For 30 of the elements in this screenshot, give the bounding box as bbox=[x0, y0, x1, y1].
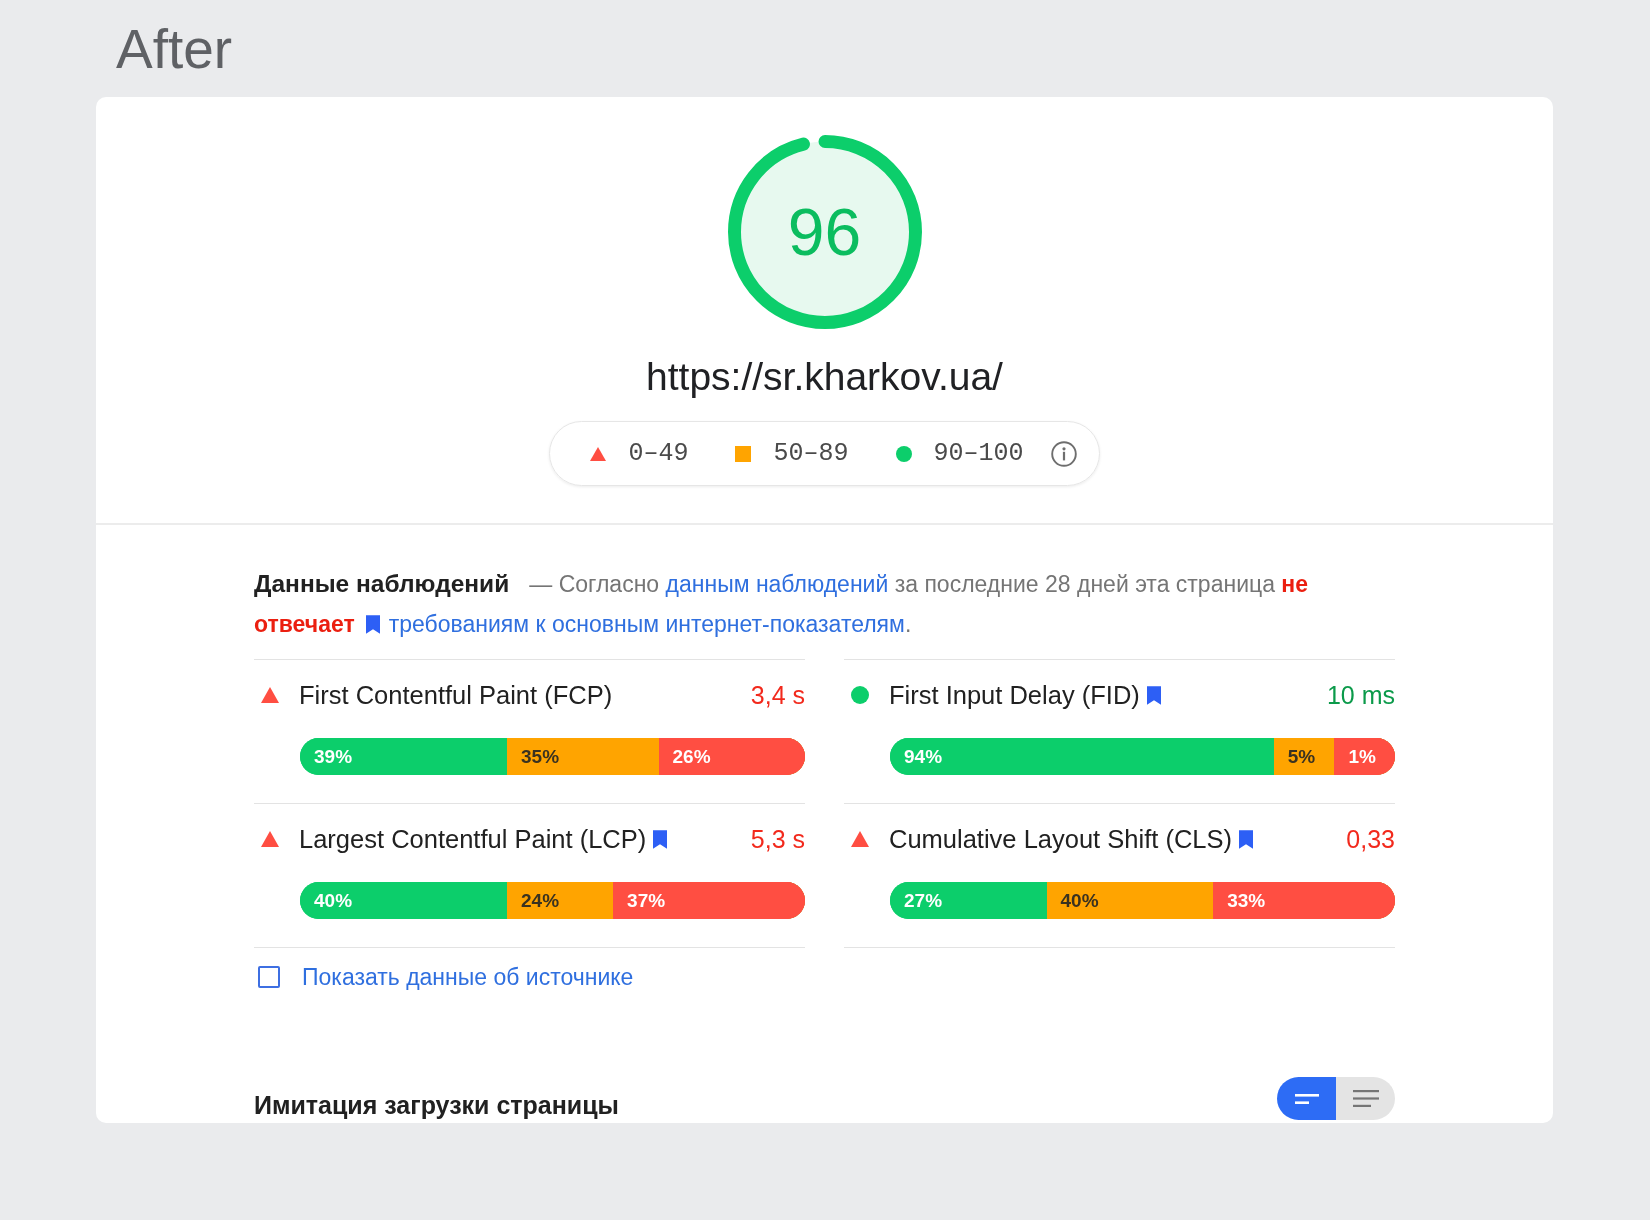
metric-name: First Contentful Paint (FCP) bbox=[299, 680, 613, 710]
section-heading: Имитация загрузки страницы bbox=[254, 1090, 619, 1120]
list-icon bbox=[1352, 1090, 1379, 1107]
metric-value: 3,4 s bbox=[750, 680, 805, 710]
metric-value: 0,33 bbox=[1346, 824, 1395, 854]
score-range: 0–49 bbox=[628, 439, 689, 468]
field-data-summary: Данные наблюдений — Согласно данным наблюдений за последние 28 дней эта страница не отвечает требованиям к основным интернет-показателям. bbox=[254, 569, 1310, 639]
metric-name: First Input Delay (FID) bbox=[889, 680, 1140, 710]
short-lines-icon bbox=[1294, 1093, 1319, 1104]
url-text: https://sr.kharkov.ua/ bbox=[646, 355, 1003, 399]
triangle-icon bbox=[851, 830, 869, 848]
circle-icon bbox=[851, 686, 869, 704]
bookmark-icon bbox=[365, 615, 380, 634]
text-link[interactable]: требованиям к основным интернет-показателям bbox=[388, 611, 905, 637]
metric-name: Cumulative Layout Shift (CLS) bbox=[889, 824, 1232, 854]
triangle-icon bbox=[261, 830, 279, 848]
text-link[interactable]: данным наблюдений bbox=[665, 571, 889, 597]
checkbox-label[interactable]: Показать данные об источнике bbox=[302, 963, 634, 991]
view-button[interactable] bbox=[1277, 1077, 1336, 1120]
checkbox[interactable] bbox=[258, 966, 280, 988]
score-range: 50–89 bbox=[773, 439, 849, 468]
metric-value: 10 ms bbox=[1326, 680, 1395, 710]
score-value: 96 bbox=[787, 199, 862, 265]
score-range: 90–100 bbox=[933, 439, 1024, 468]
section-title: After bbox=[115, 17, 234, 82]
metric-name: Largest Contentful Paint (LCP) bbox=[299, 824, 647, 854]
info-icon[interactable] bbox=[1050, 440, 1077, 467]
triangle-icon bbox=[261, 686, 279, 704]
view-button[interactable] bbox=[1336, 1077, 1395, 1120]
metric-value: 5,3 s bbox=[750, 824, 805, 854]
